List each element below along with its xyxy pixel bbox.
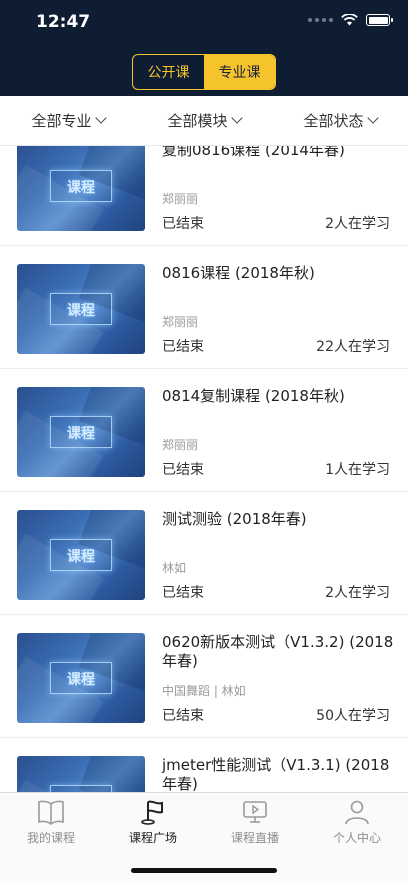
course-learners: 1人在学习 xyxy=(325,462,390,478)
course-status: 已结束 xyxy=(162,339,204,355)
wifi-icon xyxy=(341,14,358,26)
course-status: 已结束 xyxy=(162,462,204,478)
chevron-down-icon xyxy=(230,112,243,124)
course-title: 复制0816课程 (2014年春) xyxy=(162,146,345,159)
live-tv-icon xyxy=(243,801,267,823)
chevron-down-icon xyxy=(366,112,379,124)
app-header: 12:47 公开课 专业课 xyxy=(0,0,408,96)
course-status: 已结束 xyxy=(162,585,204,601)
course-item[interactable]: 课程 复制0816课程 (2014年春) 郑丽丽 已结束 2人在学习 xyxy=(0,146,408,246)
tab-open-course[interactable]: 公开课 xyxy=(133,55,204,89)
course-title: jmeter性能测试（V1.3.1) (2018年春) xyxy=(162,756,390,792)
course-learners: 2人在学习 xyxy=(325,585,390,601)
course-teacher: 郑丽丽 xyxy=(162,438,199,452)
filter-major[interactable]: 全部专业 xyxy=(0,96,136,145)
tab-my-courses[interactable]: 我的课程 xyxy=(0,793,102,883)
person-icon xyxy=(345,800,369,825)
book-icon xyxy=(38,800,64,825)
signal-icon xyxy=(308,18,333,22)
course-item[interactable]: 课程 0814复制课程 (2018年秋) 郑丽丽 已结束 1人在学习 xyxy=(0,369,408,492)
filter-bar: 全部专业 全部模块 全部状态 xyxy=(0,96,408,146)
course-title: 0814复制课程 (2018年秋) xyxy=(162,387,345,405)
course-learners: 2人在学习 xyxy=(325,216,390,232)
course-title: 测试测验 (2018年春) xyxy=(162,510,307,528)
course-teacher: 郑丽丽 xyxy=(162,315,199,329)
tab-professional-course[interactable]: 专业课 xyxy=(204,55,275,89)
course-item[interactable]: 课程 0620新版本测试（V1.3.2) (2018年春) 中国舞蹈 | 林如 … xyxy=(0,615,408,738)
home-indicator xyxy=(131,868,277,873)
course-teacher: 林如 xyxy=(162,561,187,575)
filter-status[interactable]: 全部状态 xyxy=(272,96,408,145)
course-item[interactable]: 课程 jmeter性能测试（V1.3.1) (2018年春) xyxy=(0,738,408,792)
filter-module[interactable]: 全部模块 xyxy=(136,96,272,145)
course-thumbnail: 课程 xyxy=(17,264,145,354)
course-learners: 22人在学习 xyxy=(316,339,390,355)
course-list[interactable]: 课程 复制0816课程 (2014年春) 郑丽丽 已结束 2人在学习 课程 08… xyxy=(0,146,408,792)
course-item[interactable]: 课程 测试测验 (2018年春) 林如 已结束 2人在学习 xyxy=(0,492,408,615)
course-title: 0620新版本测试（V1.3.2) (2018年春) xyxy=(162,633,394,670)
chevron-down-icon xyxy=(94,112,107,124)
course-thumbnail: 课程 xyxy=(17,146,145,231)
course-thumbnail: 课程 xyxy=(17,510,145,600)
course-status: 已结束 xyxy=(162,708,204,724)
tab-profile[interactable]: 个人中心 xyxy=(306,793,408,883)
course-learners: 50人在学习 xyxy=(316,708,390,724)
flag-icon xyxy=(141,800,163,825)
status-time: 12:47 xyxy=(36,12,91,32)
course-thumbnail: 课程 xyxy=(17,633,145,723)
course-type-toggle: 公开课 专业课 xyxy=(132,54,276,90)
course-status: 已结束 xyxy=(162,216,204,232)
course-thumbnail: 课程 xyxy=(17,387,145,477)
course-teacher: 郑丽丽 xyxy=(162,192,199,206)
course-teacher: 中国舞蹈 | 林如 xyxy=(162,684,246,698)
course-thumbnail: 课程 xyxy=(17,756,145,792)
course-title: 0816课程 (2018年秋) xyxy=(162,264,315,282)
battery-icon xyxy=(366,14,393,26)
status-icons xyxy=(308,14,393,26)
course-item[interactable]: 课程 0816课程 (2018年秋) 郑丽丽 已结束 22人在学习 xyxy=(0,246,408,369)
